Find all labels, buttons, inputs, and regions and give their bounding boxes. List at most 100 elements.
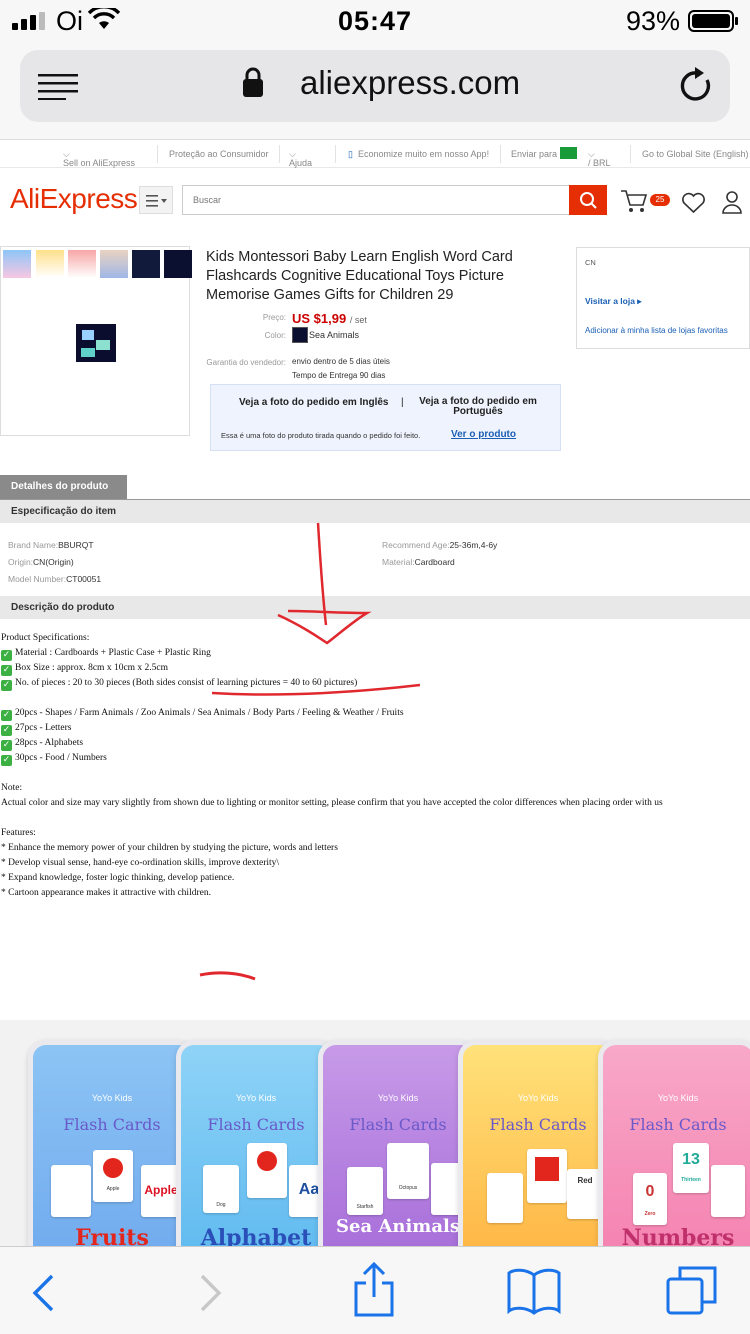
reader-mode-icon[interactable] — [38, 72, 78, 100]
wishlist-heart-icon[interactable] — [681, 192, 706, 214]
search-input[interactable] — [183, 186, 569, 214]
gallery-thumb[interactable] — [164, 250, 192, 278]
color-label: Color: — [264, 331, 286, 340]
forward-arrow-icon[interactable] — [198, 1273, 224, 1313]
box-brand: YoYo Kids — [91, 1093, 133, 1103]
tabs-icon[interactable] — [666, 1265, 718, 1315]
box-title: Flash Cards — [207, 1115, 305, 1134]
guarantee-shipping: envio dentro de 5 dias úteis — [292, 357, 390, 366]
divider — [279, 145, 280, 163]
box-category: Alphabet — [200, 1225, 312, 1246]
card: Dog — [203, 1165, 239, 1213]
aliexpress-logo[interactable]: AliExpress — [10, 183, 138, 215]
divider — [335, 145, 336, 163]
status-bar: Oi 05:47 93% — [0, 0, 750, 40]
address-bar[interactable]: aliexpress.com — [20, 50, 730, 122]
guarantee-label: Garantia do vendedor: — [206, 358, 286, 367]
apple-icon — [103, 1158, 123, 1178]
divider: | — [401, 397, 404, 408]
photo-link-english[interactable]: Veja a foto do pedido em Inglês — [239, 397, 388, 408]
cart-icon[interactable] — [620, 188, 648, 214]
card — [711, 1165, 745, 1217]
gallery-thumb[interactable] — [68, 250, 96, 278]
card: 0 Zero — [633, 1173, 667, 1225]
gallery-thumb[interactable] — [100, 250, 128, 278]
divider — [500, 145, 501, 163]
box-brand: YoYo Kids — [377, 1093, 419, 1103]
ship-to-label[interactable]: Enviar para — [511, 149, 557, 159]
global-site-link[interactable]: Go to Global Site (English) — [642, 149, 749, 159]
price-label: Preço: — [262, 313, 286, 322]
visit-store-link[interactable]: Visitar a loja ▸ — [585, 296, 642, 307]
photo-link-portuguese[interactable]: Veja a foto do pedido em Português — [408, 397, 548, 417]
battery-percent: 93% — [625, 6, 680, 36]
box-brand: YoYo Kids — [235, 1093, 277, 1103]
help-link[interactable]: Ajuda ⌵ — [289, 149, 312, 168]
flashcard-box: YoYo Kids Flash Cards Red — [458, 1040, 618, 1246]
main-product-image[interactable] — [76, 324, 116, 362]
divider — [630, 145, 631, 163]
order-photo-box: Veja a foto do pedido em Inglês | Veja a… — [210, 384, 561, 451]
search-box — [182, 185, 570, 215]
currency-label[interactable]: / BRL ⌵ — [588, 149, 611, 168]
product-gallery — [0, 246, 192, 436]
card — [247, 1143, 287, 1198]
card — [51, 1165, 91, 1217]
box-category: Sea Animals — [336, 1216, 460, 1237]
share-icon[interactable] — [352, 1261, 396, 1317]
card — [487, 1173, 523, 1223]
product-title: Kids Montessori Baby Learn English Word … — [206, 249, 513, 303]
box-title: Flash Cards — [63, 1115, 161, 1134]
flashcard-box: YoYo Kids Flash Cards Dog Aa Alphabet — [176, 1040, 336, 1246]
battery-icon — [688, 10, 738, 32]
gallery-thumb[interactable] — [3, 250, 31, 278]
brazil-flag-icon — [560, 147, 577, 159]
photo-note: Essa é uma foto do produto tirada quando… — [221, 431, 421, 440]
reload-icon[interactable] — [680, 66, 714, 104]
gallery-thumb[interactable] — [36, 250, 64, 278]
url-text: aliexpress.com — [300, 64, 521, 101]
util-bar: Sell on AliExpress ⌵ Proteção ao Consumi… — [0, 140, 750, 168]
store-country: CN — [585, 258, 596, 267]
card: 13 Thirteen — [673, 1143, 709, 1193]
app-link[interactable]: Economize muito em nosso App! — [358, 149, 489, 159]
categories-button[interactable] — [139, 186, 173, 214]
divider — [157, 145, 158, 163]
phone-icon: ▯ — [348, 149, 353, 159]
menu-icon — [146, 195, 167, 207]
apple-icon — [257, 1151, 277, 1171]
flashcard-box: YoYo Kids Flash Cards Starfish Octopus S… — [318, 1040, 478, 1246]
color-swatch[interactable] — [292, 327, 308, 343]
add-favorite-store-link[interactable]: Adicionar à minha lista de lojas favorit… — [585, 326, 745, 335]
box-brand: YoYo Kids — [517, 1093, 559, 1103]
card: Apple — [93, 1150, 133, 1202]
card: Octopus — [387, 1143, 429, 1199]
color-value: Sea Animals — [309, 330, 360, 340]
card: Starfish — [347, 1167, 383, 1215]
gallery-thumb[interactable] — [132, 250, 160, 278]
box-category: Fruits — [75, 1225, 149, 1246]
bookmarks-icon[interactable] — [506, 1267, 562, 1315]
view-product-link[interactable]: Ver o produto — [451, 429, 516, 440]
box-category: Numbers — [621, 1225, 735, 1246]
search-icon — [580, 192, 597, 209]
product-photo-flashcards: YoYo Kids Flash Cards Apple Apple Fruits… — [0, 1020, 750, 1246]
back-arrow-icon[interactable] — [30, 1273, 56, 1313]
sell-link[interactable]: Sell on AliExpress ⌵ — [63, 149, 135, 168]
tab-product-details[interactable]: Detalhes do produto — [0, 475, 127, 499]
search-button[interactable] — [569, 185, 607, 215]
browser-toolbar — [0, 1246, 750, 1334]
card: Apple — [141, 1165, 181, 1217]
box-brand: YoYo Kids — [657, 1093, 699, 1103]
cart-count-badge: 25 — [650, 194, 670, 206]
red-swatch — [535, 1157, 559, 1181]
box-title: Flash Cards — [349, 1115, 447, 1134]
box-title: Flash Cards — [629, 1115, 727, 1134]
store-box: CN Visitar a loja ▸ Adicionar à minha li… — [576, 247, 750, 349]
browser-chrome: aliexpress.com — [0, 40, 750, 140]
flashcard-box: YoYo Kids Flash Cards 0 Zero 13 Thirteen N… — [598, 1040, 750, 1246]
protection-link[interactable]: Proteção ao Consumidor — [169, 149, 269, 159]
card — [527, 1149, 567, 1203]
account-icon[interactable] — [721, 190, 743, 214]
flashcard-box: YoYo Kids Flash Cards Apple Apple Fruits — [28, 1040, 196, 1246]
